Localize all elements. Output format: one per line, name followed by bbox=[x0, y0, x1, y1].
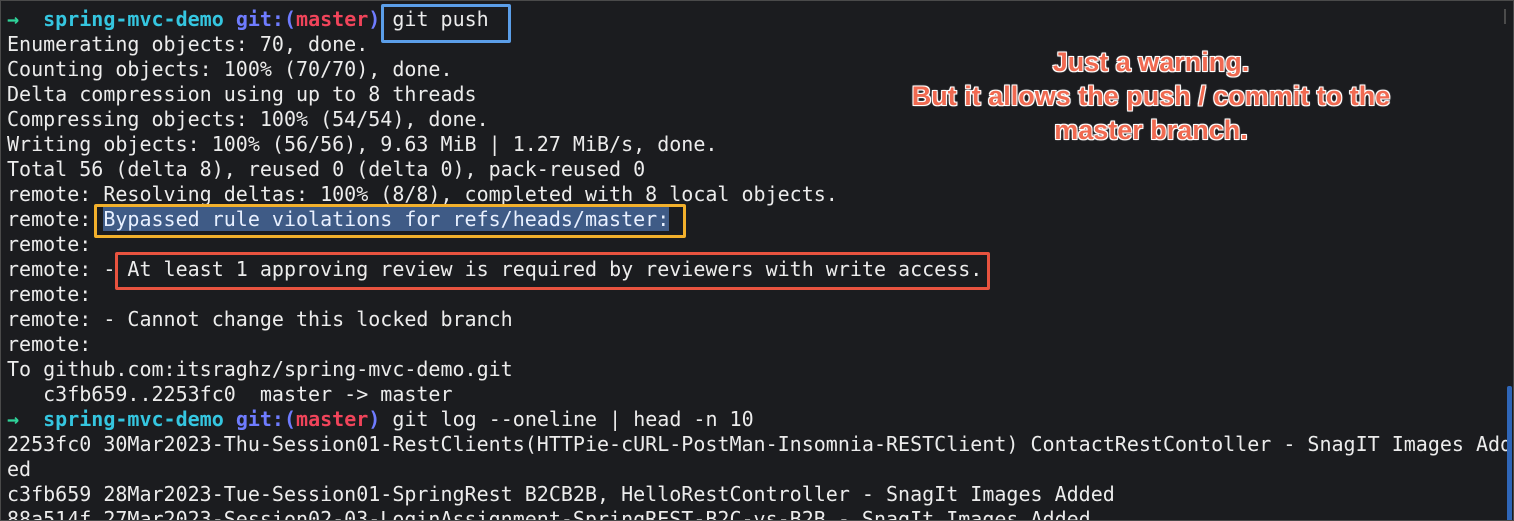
prompt-arrow-icon: → bbox=[7, 407, 20, 431]
output-line: Delta compression using up to 8 threads bbox=[7, 82, 477, 106]
prompt-branch: master bbox=[296, 7, 369, 31]
output-line: c3fb659..2253fc0 master -> master bbox=[7, 382, 453, 406]
callout-line-2: But it allows the push / commit to the bbox=[911, 81, 1391, 111]
prompt-branch: master bbox=[296, 407, 369, 431]
log-line: ed bbox=[7, 457, 32, 481]
prompt-git-close: ) bbox=[368, 407, 381, 431]
remote-prefix: remote: - bbox=[7, 257, 128, 281]
log-line: 2253fc0 30Mar2023-Thu-Session01-RestClie… bbox=[7, 432, 1513, 456]
annotation-box-review-required bbox=[115, 252, 990, 290]
prompt-directory: spring-mvc-demo bbox=[43, 7, 224, 31]
prompt-git-close: ) bbox=[368, 7, 381, 31]
output-line: Enumerating objects: 70, done. bbox=[7, 32, 369, 56]
output-line: remote: bbox=[7, 282, 92, 306]
output-line: remote: - Cannot change this locked bran… bbox=[7, 307, 513, 331]
callout-line-1: Just a warning. bbox=[1052, 47, 1250, 77]
annotation-box-git-push bbox=[381, 4, 511, 43]
annotation-box-bypassed-rule bbox=[94, 204, 686, 238]
output-line: To github.com:itsraghz/spring-mvc-demo.g… bbox=[7, 357, 513, 381]
prompt-arrow-icon: → bbox=[7, 7, 20, 31]
callout-line-3: master branch. bbox=[1054, 115, 1248, 145]
terminal-window[interactable]: → spring-mvc-demo git:(master) git push … bbox=[0, 0, 1514, 521]
prompt-git-label: git:( bbox=[235, 7, 297, 31]
scrollbar-track-marker bbox=[1504, 9, 1506, 24]
prompt-line-2: → spring-mvc-demo git:(master) git log -… bbox=[7, 407, 754, 432]
warning-callout: Just a warning. But it allows the push /… bbox=[861, 45, 1441, 147]
output-line: Counting objects: 100% (70/70), done. bbox=[7, 57, 453, 81]
output-line: remote: bbox=[7, 232, 92, 256]
scrollbar-thumb[interactable] bbox=[1507, 386, 1512, 520]
output-line: remote: bbox=[7, 332, 92, 356]
log-line: 88a514f 27Mar2023-Session02-03-LoginAssi… bbox=[7, 507, 1091, 521]
log-line: c3fb659 28Mar2023-Tue-Session01-SpringRe… bbox=[7, 482, 1115, 506]
output-line: Total 56 (delta 8), reused 0 (delta 0), … bbox=[7, 157, 646, 181]
remote-prefix: remote: bbox=[7, 207, 104, 231]
prompt-git-label: git:( bbox=[235, 407, 297, 431]
prompt-directory: spring-mvc-demo bbox=[43, 407, 224, 431]
output-line: Compressing objects: 100% (54/54), done. bbox=[7, 107, 489, 131]
output-line: Writing objects: 100% (56/56), 9.63 MiB … bbox=[7, 132, 718, 156]
command-git-log: git log --oneline | head -n 10 bbox=[392, 407, 754, 431]
